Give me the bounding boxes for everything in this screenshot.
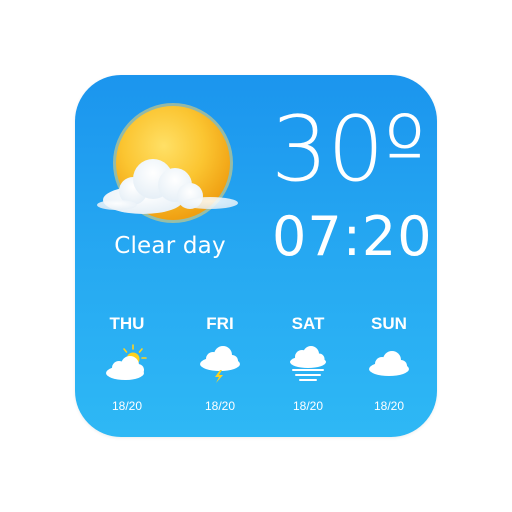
day-name: FRI	[206, 314, 234, 333]
current-temperature: 30º	[271, 97, 426, 202]
sun-with-cloud-icon	[95, 99, 245, 229]
forecast-day-sat[interactable]: SAT 18/20	[268, 313, 348, 413]
thunderstorm-icon	[196, 343, 244, 383]
day-name: SAT	[291, 314, 325, 333]
fog-icon	[284, 343, 332, 383]
cloud-icon	[365, 343, 413, 383]
forecast-day-fri[interactable]: FRI 18/20	[180, 313, 260, 413]
partly-sunny-icon	[103, 343, 151, 383]
current-time: 07:20	[272, 205, 433, 268]
temperature-range: 18/20	[292, 399, 324, 413]
forecast-row: THU 18/20 FRI 18/20 SAT 18/20 SUN 18/20	[75, 313, 437, 413]
forecast-day-sun[interactable]: SUN 18/20	[349, 313, 429, 413]
temperature-range: 18/20	[204, 399, 236, 413]
current-condition-label: Clear day	[114, 233, 226, 259]
temperature-range: 18/20	[111, 399, 143, 413]
day-name: SUN	[371, 314, 407, 333]
day-name: THU	[109, 314, 145, 333]
weather-widget[interactable]: Clear day 30º 07:20 THU 18/20 FRI 18/20 …	[75, 75, 437, 437]
temperature-range: 18/20	[373, 399, 405, 413]
forecast-day-thu[interactable]: THU 18/20	[87, 313, 167, 413]
